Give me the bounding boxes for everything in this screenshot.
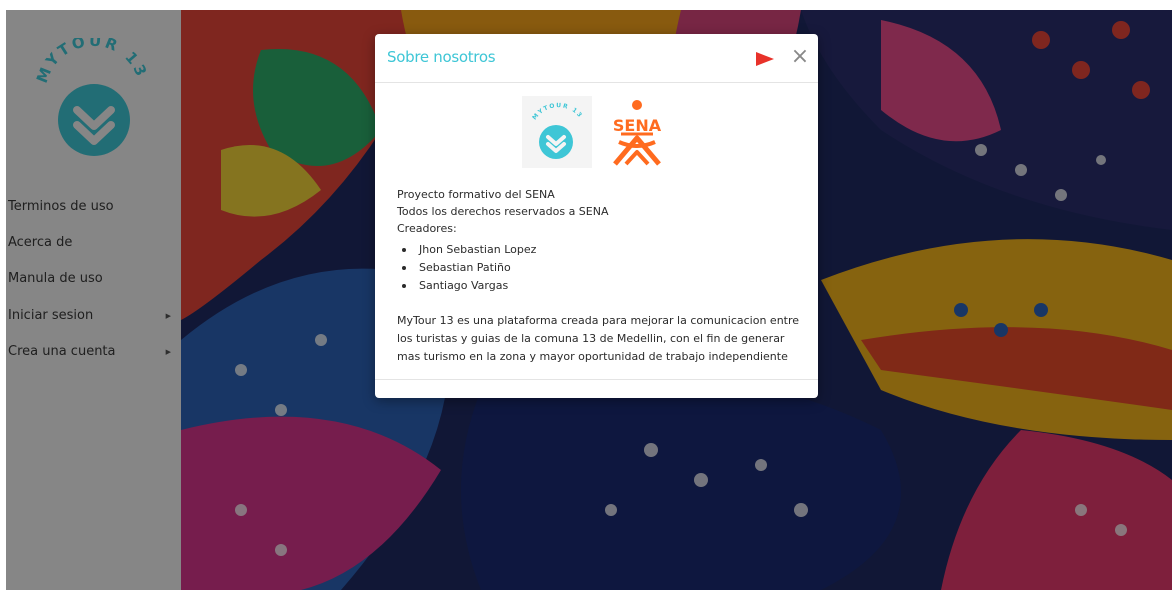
creators-list: Jhon Sebastian Lopez Sebastian Patiño Sa…	[397, 241, 536, 295]
sena-logo-text: SENA	[613, 116, 662, 135]
modal-header: Sobre nosotros ×	[375, 34, 818, 83]
list-item: Santiago Vargas	[397, 277, 536, 295]
svg-text:MYTOUR 13: MYTOUR 13	[531, 102, 584, 121]
sena-logo: SENA	[601, 98, 673, 168]
modal-title: Sobre nosotros	[387, 48, 496, 66]
list-item: Jhon Sebastian Lopez	[397, 241, 536, 259]
mytour-logo-text: MYTOUR 13	[531, 102, 582, 121]
list-item: Sebastian Patiño	[397, 259, 536, 277]
modal-body: MYTOUR 13 SENA Proyecto formativo del SE…	[375, 83, 818, 379]
description-paragraph: MyTour 13 es una plataforma creada para …	[397, 312, 807, 366]
app-window: MYTOUR 13 Terminos de uso Acerca de Manu…	[6, 10, 1172, 590]
description-line: MyTour 13 es una plataforma creada para …	[397, 314, 800, 327]
project-line: Proyecto formativo del SENA	[397, 188, 555, 201]
creators-label: Creadores:	[397, 222, 457, 235]
description-line: mas turismo en la zona y mayor oportunid…	[397, 350, 788, 363]
close-icon[interactable]: ×	[789, 43, 811, 71]
description-line: los turistas y guias de la comuna 13 de …	[397, 332, 785, 345]
rights-line: Todos los derechos reservados a SENA	[397, 205, 609, 218]
play-icon[interactable]	[755, 51, 775, 67]
mytour-logo-small: MYTOUR 13	[522, 96, 592, 168]
about-modal: Sobre nosotros × MYTOUR 13 SENA Proyecto…	[375, 34, 818, 398]
modal-footer	[375, 379, 818, 399]
